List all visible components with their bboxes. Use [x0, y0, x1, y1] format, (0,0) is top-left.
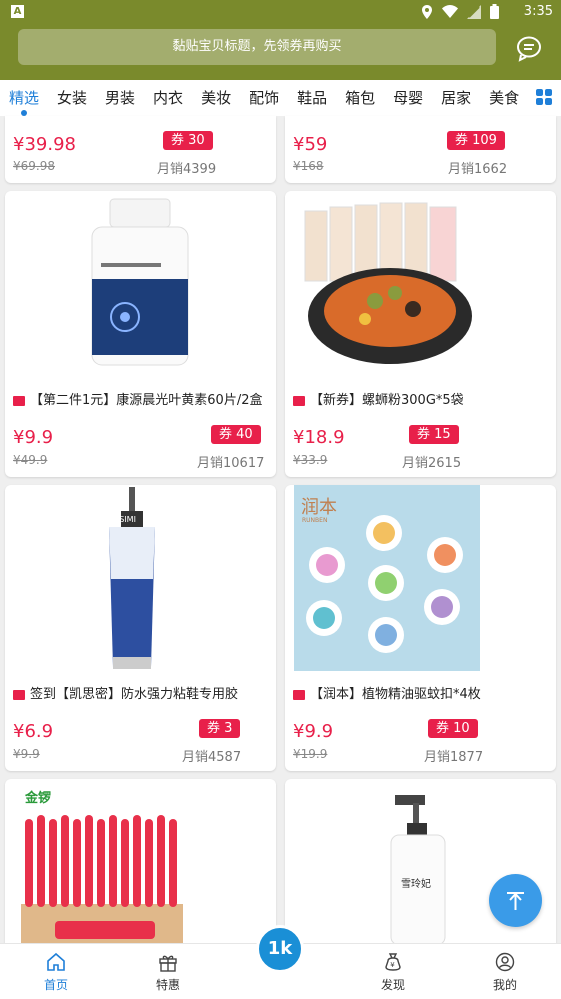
coupon-badge: 券 10 [428, 719, 478, 738]
product-image-lotion [390, 795, 446, 945]
monthly-sales: 月销2615 [402, 456, 462, 471]
product-card[interactable]: KSIMI 签到【凯思密】防水强力粘鞋专用胶 ¥6.9 券 3 ¥9.9 月销4… [5, 485, 276, 771]
location-icon [422, 4, 432, 19]
center-1k-button[interactable]: 1k [256, 925, 304, 973]
product-title: 【第二件1元】康源晨光叶黄素60片/2盒 [13, 389, 271, 408]
tab-underwear[interactable]: 内衣 [144, 82, 192, 114]
monthly-sales: 月销1662 [448, 162, 508, 177]
coupon-badge: 券 3 [199, 719, 241, 738]
tab-bags[interactable]: 箱包 [336, 82, 384, 114]
category-tabs: 精选 女装 男装 内衣 美妆 配饰 鞋品 箱包 母婴 居家 美食 [0, 80, 561, 116]
product-card[interactable]: 【新券】螺蛳粉300G*5袋 ¥18.9 券 15 ¥33.9 月销2615 [285, 191, 556, 477]
tab-home[interactable]: 居家 [432, 82, 480, 114]
product-image-sausages [21, 815, 183, 949]
battery-icon [490, 4, 499, 19]
nav-deals[interactable]: 特惠 [138, 950, 198, 993]
original-price: ¥19.9 [293, 747, 328, 761]
product-price: ¥9.9 [293, 721, 334, 742]
product-price: ¥18.9 [293, 427, 345, 448]
coupon-badge: 券 15 [409, 425, 459, 444]
nav-home[interactable]: 首页 [26, 950, 86, 993]
original-price: ¥9.9 [13, 747, 40, 761]
nav-mine[interactable]: 我的 [475, 950, 535, 993]
product-price: ¥9.9 [13, 427, 54, 448]
original-price: ¥49.9 [13, 453, 48, 467]
lotion-brand-label: 雪玲妃 [401, 879, 431, 890]
top-bar: 黏贴宝贝标题，先领券再购买 [0, 24, 561, 80]
glue-brand-label: KSIMI [114, 515, 136, 524]
tmall-icon [293, 689, 305, 700]
money-bag-icon: ¥ [385, 953, 401, 971]
tab-baby[interactable]: 母婴 [384, 82, 432, 114]
tab-shoes[interactable]: 鞋品 [288, 82, 336, 114]
tab-beauty[interactable]: 美妆 [192, 82, 240, 114]
arrow-up-icon [507, 892, 524, 910]
tmall-icon [13, 395, 25, 406]
product-price: ¥59 [293, 134, 328, 155]
product-image-lutein [91, 198, 189, 366]
status-bar: A 3:35 [0, 0, 561, 24]
message-icon[interactable] [515, 34, 543, 62]
tab-food[interactable]: 美食 [480, 82, 528, 114]
svg-text:¥: ¥ [390, 961, 395, 969]
tab-women[interactable]: 女装 [48, 82, 96, 114]
product-card[interactable]: 雪玲妃 [285, 779, 556, 959]
product-title: 【新券】螺蛳粉300G*5袋 [293, 389, 551, 408]
product-price: ¥39.98 [13, 134, 76, 155]
clock: 3:35 [523, 4, 553, 19]
product-card[interactable]: ¥59 券 109 ¥168 月销1662 [285, 116, 556, 183]
wifi-icon [442, 5, 458, 18]
product-card[interactable]: ¥39.98 券 30 ¥69.98 月销4399 [5, 116, 276, 183]
home-icon [47, 952, 65, 971]
product-card[interactable]: 金锣 [5, 779, 276, 959]
all-categories-icon[interactable] [535, 88, 553, 106]
monthly-sales: 月销1877 [424, 750, 484, 765]
monthly-sales: 月销4399 [157, 162, 217, 177]
coupon-badge: 券 40 [211, 425, 261, 444]
product-price: ¥6.9 [13, 721, 54, 742]
original-price: ¥33.9 [293, 453, 328, 467]
product-card[interactable]: 【第二件1元】康源晨光叶黄素60片/2盒 ¥9.9 券 40 ¥49.9 月销1… [5, 191, 276, 477]
product-image-noodles [304, 202, 472, 364]
app-notification-icon: A [11, 5, 24, 18]
tmall-icon [293, 395, 305, 406]
tmall-icon [13, 689, 25, 700]
coupon-badge: 券 30 [163, 131, 213, 150]
product-card[interactable]: 润本 RUNBEN 【润本】植物精油驱蚊扣*4枚 ¥9.9 券 10 ¥19.9… [285, 485, 556, 771]
tab-men[interactable]: 男装 [96, 82, 144, 114]
product-title: 【润本】植物精油驱蚊扣*4枚 [293, 683, 551, 702]
back-to-top-button[interactable] [489, 874, 542, 927]
monthly-sales: 月销4587 [182, 750, 242, 765]
nav-discover[interactable]: ¥ 发现 [363, 950, 423, 993]
monthly-sales: 月销10617 [197, 456, 265, 471]
product-image-mosquito: 润本 RUNBEN [294, 485, 480, 671]
signal-icon [467, 4, 481, 19]
tab-accessories[interactable]: 配饰 [240, 82, 288, 114]
coupon-badge: 券 109 [447, 131, 505, 150]
brand-jinluo: 金锣 [25, 791, 52, 806]
user-icon [495, 952, 515, 972]
status-icons [421, 4, 499, 19]
tab-featured[interactable]: 精选 [0, 82, 48, 116]
original-price: ¥69.98 [13, 159, 55, 173]
app-screen: A 3:35 黏贴宝贝标题，先领券再购买 精选 女装 男装 内衣 美妆 配饰 鞋… [0, 0, 561, 999]
original-price: ¥168 [293, 159, 324, 173]
product-title: 签到【凯思密】防水强力粘鞋专用胶 [13, 683, 271, 702]
gift-icon [159, 955, 177, 972]
search-bar[interactable]: 黏贴宝贝标题，先领券再购买 [18, 29, 496, 65]
